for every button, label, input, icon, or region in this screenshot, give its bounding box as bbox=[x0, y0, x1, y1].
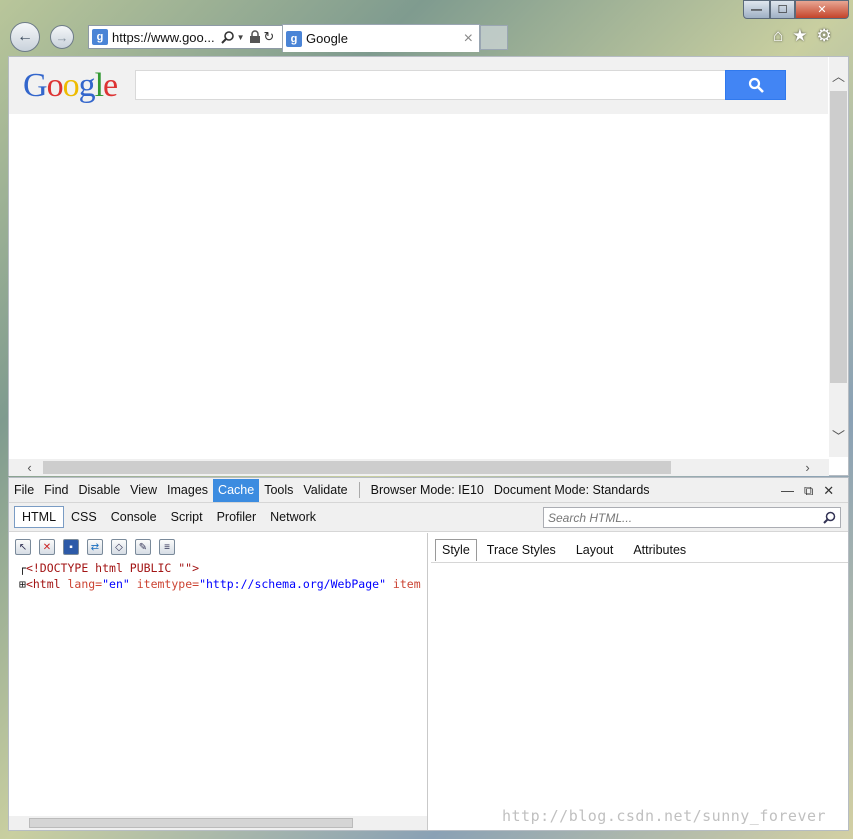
tree-scroll-thumb[interactable] bbox=[29, 818, 353, 828]
gear-icon[interactable]: ⚙ bbox=[817, 26, 832, 46]
minimize-icon[interactable]: — bbox=[781, 483, 794, 499]
tree-horizontal-scrollbar[interactable] bbox=[9, 816, 427, 830]
maximize-button[interactable]: ☐ bbox=[770, 0, 795, 19]
tab-css[interactable]: CSS bbox=[64, 506, 104, 528]
tab-script[interactable]: Script bbox=[164, 506, 210, 528]
scroll-left-icon[interactable]: ‹ bbox=[21, 459, 38, 476]
style-pane: Style Trace Styles Layout Attributes bbox=[431, 533, 848, 830]
window-controls: — ☐ ✕ bbox=[743, 0, 849, 19]
tab-style[interactable]: Style bbox=[435, 538, 477, 561]
search-button[interactable] bbox=[725, 70, 786, 100]
logo-letter: G bbox=[23, 67, 48, 104]
devtools-window-controls: — ⧉ ✕ bbox=[781, 483, 834, 499]
back-button[interactable]: ← bbox=[10, 22, 40, 52]
favorites-star-icon[interactable]: ★ bbox=[792, 26, 807, 46]
undock-icon[interactable]: ⧉ bbox=[804, 483, 813, 499]
search-html-input[interactable]: Search HTML... bbox=[543, 507, 841, 528]
document-mode-menu[interactable]: Document Mode: Standards bbox=[489, 479, 655, 502]
tab-trace-styles[interactable]: Trace Styles bbox=[477, 539, 566, 561]
tab-close-icon[interactable]: × bbox=[464, 30, 473, 48]
new-tab-button[interactable] bbox=[480, 25, 508, 50]
edit-icon[interactable]: ✎ bbox=[135, 539, 151, 555]
menu-view[interactable]: View bbox=[125, 479, 162, 502]
tab-attributes[interactable]: Attributes bbox=[623, 539, 696, 561]
search-html-placeholder: Search HTML... bbox=[548, 510, 633, 525]
menu-validate[interactable]: Validate bbox=[298, 479, 352, 502]
search-icon bbox=[748, 77, 764, 93]
google-logo[interactable]: Google bbox=[23, 67, 118, 105]
tab-layout[interactable]: Layout bbox=[566, 539, 624, 561]
developer-tools-panel: File Find Disable View Images Cache Tool… bbox=[8, 477, 849, 831]
dom-view-icon[interactable]: ◇ bbox=[111, 539, 127, 555]
google-header: Google bbox=[9, 57, 828, 114]
search-icon[interactable] bbox=[220, 30, 235, 44]
tab-profiler[interactable]: Profiler bbox=[210, 506, 264, 528]
logo-letter: l bbox=[94, 67, 105, 104]
home-icon[interactable]: ⌂ bbox=[773, 26, 783, 46]
html-tree-pane: ↖ ✕ ▪ ⇄ ◇ ✎ ≡ ┌<!DOCTYPE html PUBLIC "">… bbox=[9, 533, 428, 830]
clear-outline-icon[interactable]: ✕ bbox=[39, 539, 55, 555]
style-tabs: Style Trace Styles Layout Attributes bbox=[431, 537, 848, 563]
browser-mode-menu[interactable]: Browser Mode: IE10 bbox=[366, 479, 489, 502]
horizontal-scrollbar[interactable]: ‹ › bbox=[9, 459, 829, 476]
menu-file[interactable]: File bbox=[9, 479, 39, 502]
html-node[interactable]: ⊞<html lang="en" itemtype="http://schema… bbox=[19, 576, 425, 592]
vertical-scroll-thumb[interactable] bbox=[830, 91, 847, 383]
select-element-icon[interactable]: ↖ bbox=[15, 539, 31, 555]
scroll-up-icon[interactable]: ︿ bbox=[830, 67, 847, 84]
minimize-button[interactable]: — bbox=[743, 0, 770, 19]
scroll-down-icon[interactable]: ﹀ bbox=[830, 427, 847, 444]
browser-toolbar: ← → g https://www.goo... ▼ ↻ g Google × … bbox=[8, 22, 849, 54]
menu-tools[interactable]: Tools bbox=[259, 479, 298, 502]
forward-arrow-icon: → bbox=[55, 29, 69, 45]
watermark: http://blog.csdn.net/sunny_forever bbox=[502, 807, 827, 825]
dom-tree: ┌<!DOCTYPE html PUBLIC ""> ⊞<html lang="… bbox=[19, 560, 425, 592]
menu-separator bbox=[358, 482, 360, 498]
tab-google[interactable]: g Google × bbox=[282, 24, 480, 52]
tab-console[interactable]: Console bbox=[104, 506, 164, 528]
html-toolbar: ↖ ✕ ▪ ⇄ ◇ ✎ ≡ bbox=[15, 539, 175, 555]
page-viewport: Google ︿ ﹀ ‹ › bbox=[8, 56, 849, 476]
menu-images[interactable]: Images bbox=[162, 479, 213, 502]
close-icon[interactable]: ✕ bbox=[823, 483, 834, 499]
tab-title: Google bbox=[306, 31, 348, 46]
lock-icon[interactable] bbox=[249, 30, 261, 44]
refresh-icon[interactable]: ⇄ bbox=[87, 539, 103, 555]
google-favicon-icon: g bbox=[92, 29, 108, 45]
logo-letter: o bbox=[62, 67, 80, 104]
address-bar[interactable]: g https://www.goo... ▼ ↻ bbox=[88, 25, 284, 49]
dropdown-arrow-icon[interactable]: ▼ bbox=[237, 33, 245, 42]
browser-command-icons: ⌂ ★ ⚙ bbox=[773, 26, 832, 46]
menu-cache[interactable]: Cache bbox=[213, 478, 260, 502]
devtools-tabbar: HTML CSS Console Script Profiler Network… bbox=[9, 503, 848, 532]
logo-letter: g bbox=[78, 67, 96, 104]
back-arrow-icon: ← bbox=[17, 28, 33, 45]
menu-find[interactable]: Find bbox=[39, 479, 73, 502]
search-input[interactable] bbox=[135, 70, 726, 100]
logo-letter: e bbox=[103, 67, 118, 104]
logo-letter: o bbox=[46, 67, 64, 104]
vertical-scrollbar[interactable]: ︿ ﹀ bbox=[829, 57, 848, 457]
scroll-right-icon[interactable]: › bbox=[799, 459, 816, 476]
doctype-node[interactable]: ┌<!DOCTYPE html PUBLIC ""> bbox=[19, 560, 425, 576]
tab-html[interactable]: HTML bbox=[14, 506, 65, 528]
expand-icon[interactable]: ⊞ bbox=[19, 577, 26, 591]
tab-network[interactable]: Network bbox=[263, 506, 323, 528]
menu-disable[interactable]: Disable bbox=[73, 479, 125, 502]
address-text: https://www.goo... bbox=[112, 29, 215, 45]
google-favicon-icon: g bbox=[286, 30, 302, 47]
close-button[interactable]: ✕ bbox=[795, 0, 849, 19]
save-icon[interactable]: ▪ bbox=[63, 539, 79, 555]
search-icon[interactable] bbox=[823, 511, 836, 524]
word-wrap-icon[interactable]: ≡ bbox=[159, 539, 175, 555]
refresh-icon[interactable]: ↻ bbox=[264, 29, 275, 45]
horizontal-scroll-thumb[interactable] bbox=[43, 461, 671, 474]
forward-button[interactable]: → bbox=[50, 25, 74, 49]
devtools-menubar: File Find Disable View Images Cache Tool… bbox=[9, 478, 848, 503]
